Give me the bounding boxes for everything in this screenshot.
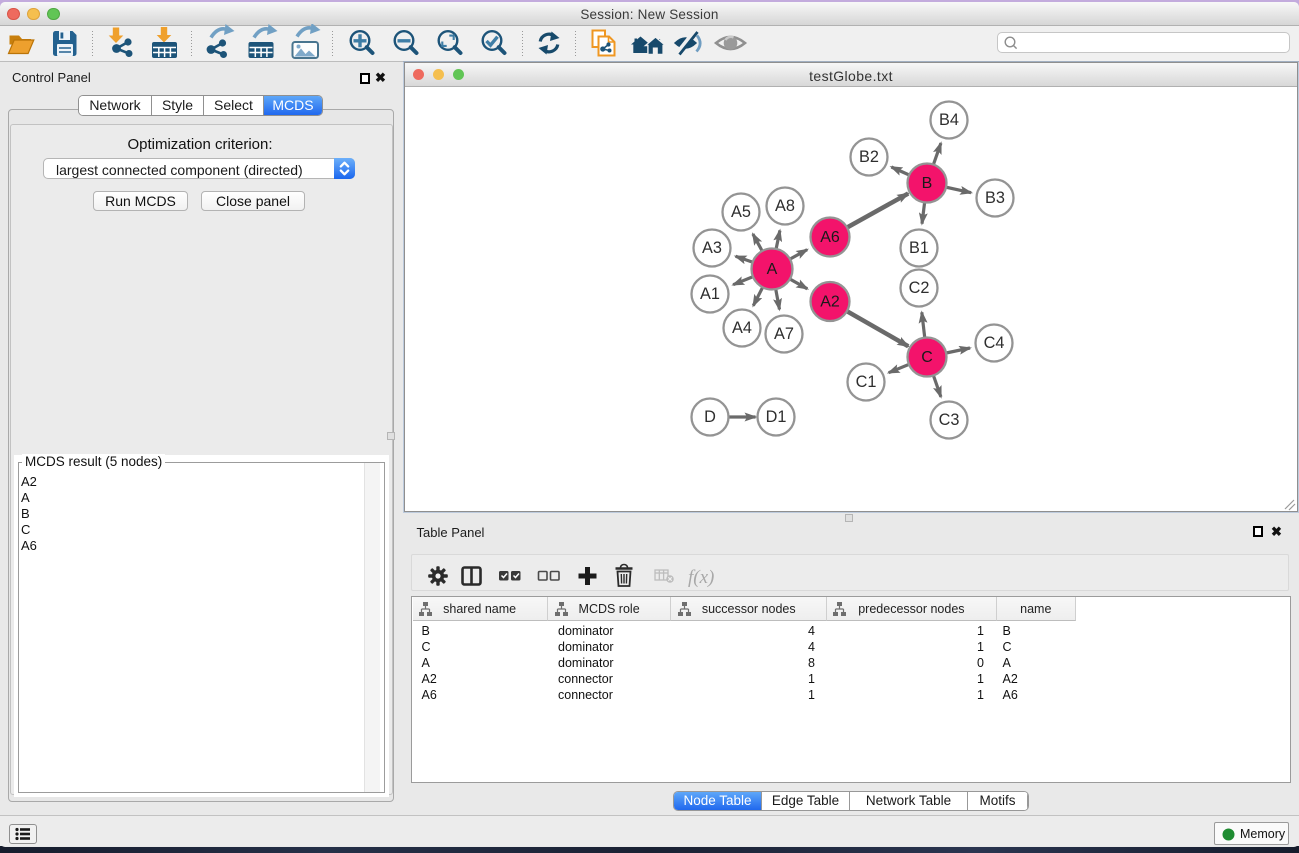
- svg-text:A4: A4: [732, 319, 752, 337]
- svg-text:A2: A2: [820, 294, 840, 311]
- svg-text:B: B: [922, 175, 933, 192]
- svg-text:B4: B4: [939, 111, 959, 129]
- svg-text:A1: A1: [700, 285, 720, 303]
- svg-text:C4: C4: [984, 334, 1005, 352]
- svg-text:A8: A8: [775, 197, 795, 215]
- svg-text:D1: D1: [766, 408, 787, 426]
- svg-text:A3: A3: [702, 239, 722, 257]
- svg-text:C3: C3: [939, 411, 960, 429]
- svg-text:f(x): f(x): [688, 567, 714, 588]
- svg-text:B2: B2: [859, 148, 879, 166]
- svg-text:A: A: [767, 261, 778, 278]
- svg-text:A7: A7: [774, 325, 794, 343]
- svg-text:A5: A5: [731, 203, 751, 221]
- svg-text:B1: B1: [909, 239, 929, 257]
- svg-text:B3: B3: [985, 189, 1005, 207]
- svg-text:C: C: [921, 349, 933, 366]
- svg-text:D: D: [704, 408, 716, 426]
- svg-text:A6: A6: [820, 229, 840, 246]
- svg-text:C2: C2: [909, 279, 930, 297]
- svg-text:C1: C1: [856, 373, 877, 391]
